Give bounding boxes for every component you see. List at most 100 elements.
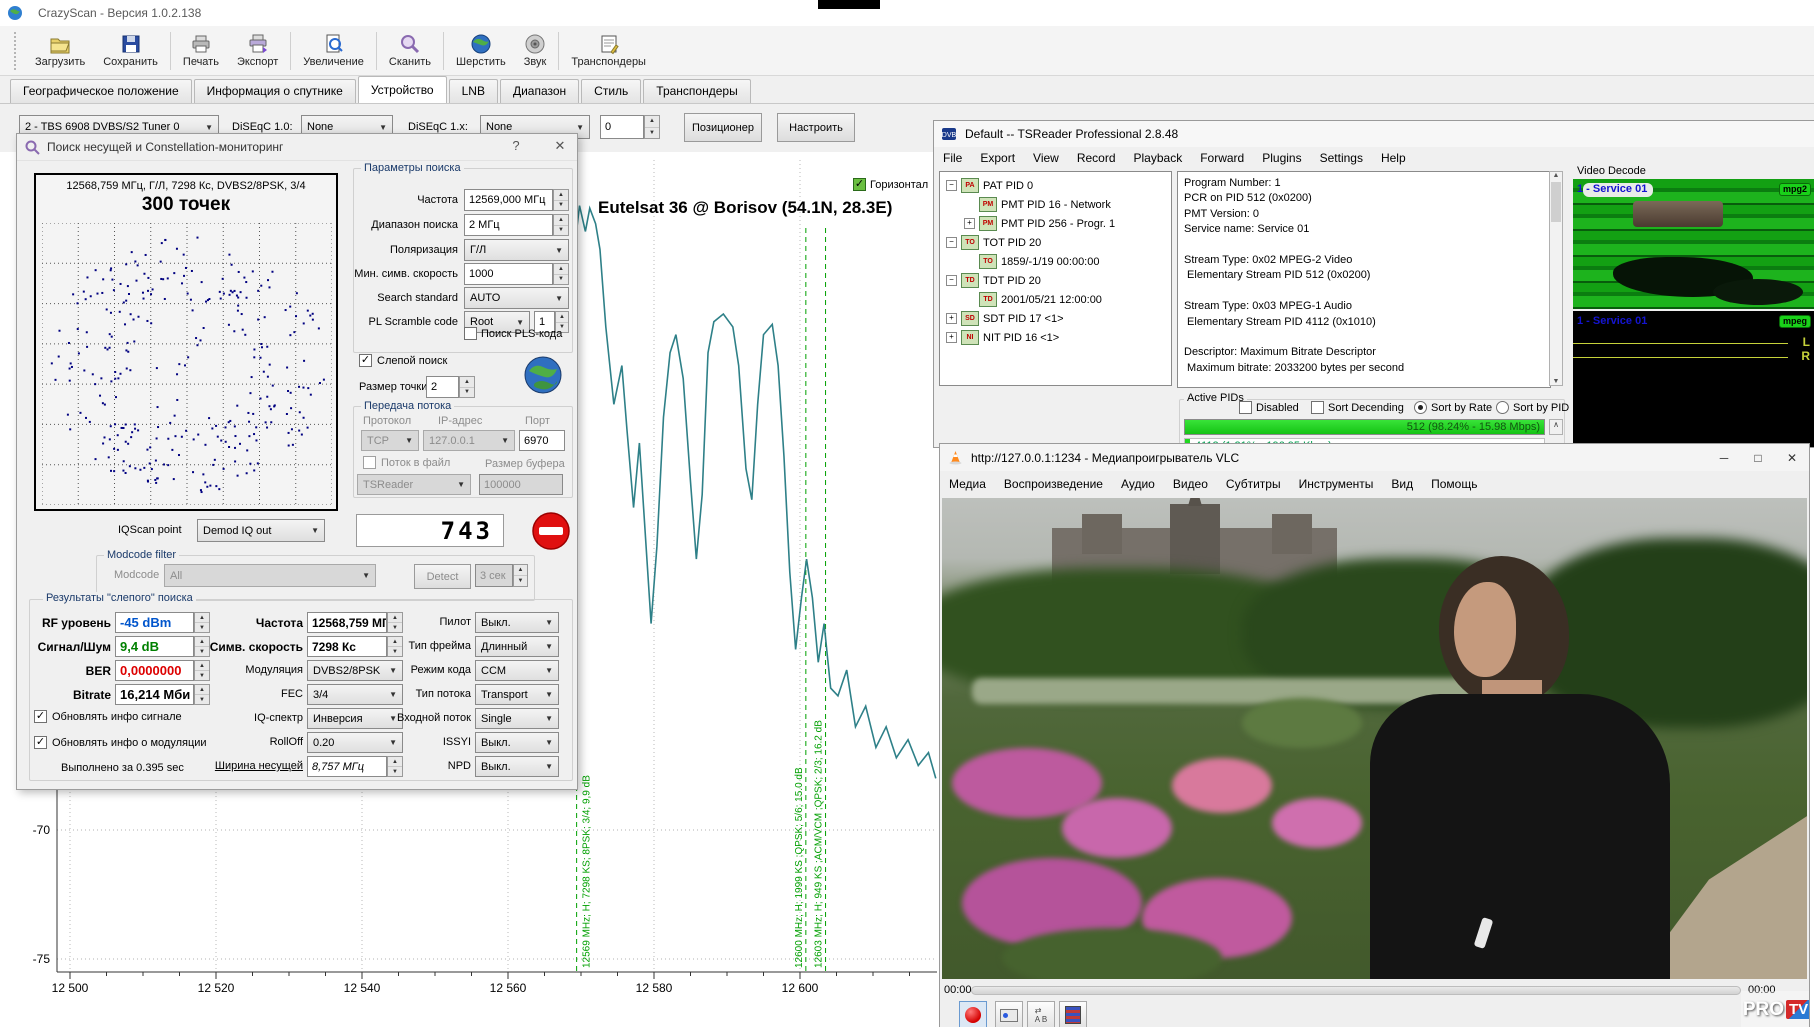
disabled-checkbox[interactable] xyxy=(1239,401,1252,414)
result3-select-1[interactable]: Длинный▼ xyxy=(475,636,559,657)
vlc-titlebar[interactable]: http://127.0.0.1:1234 - Медиапроигрывате… xyxy=(940,444,1809,471)
disabled-checkbox-row[interactable]: Disabled xyxy=(1239,401,1299,414)
result1-value-0[interactable]: -45 dBm xyxy=(115,612,194,633)
vlc-menu-2[interactable]: Аудио xyxy=(1112,477,1164,491)
param-select-4[interactable]: AUTO▼ xyxy=(464,287,569,309)
record-button[interactable] xyxy=(959,1001,987,1027)
seek-slider[interactable] xyxy=(971,986,1741,995)
dialog-help-button[interactable]: ? xyxy=(503,138,529,153)
tree-expander-minus-icon[interactable]: − xyxy=(946,180,957,191)
tsreader-titlebar[interactable]: DVB Default -- TSReader Professional 2.8… xyxy=(934,121,1814,147)
result1-value-3[interactable]: 16,214 Мби xyxy=(115,684,194,705)
sort-by-rate-radio-row[interactable]: Sort by Rate xyxy=(1414,401,1492,414)
pid-tree[interactable]: −PAPAT PID 0PMPMT PID 16 - Network+PMPMT… xyxy=(939,171,1172,386)
update-modulation-info-row[interactable]: ✓ Обновлять инфо о модуляции xyxy=(34,736,207,749)
vlc-menu-1[interactable]: Воспроизведение xyxy=(995,477,1112,491)
result3-select-2[interactable]: CCM▼ xyxy=(475,660,559,681)
frame-by-frame-button[interactable] xyxy=(1059,1001,1087,1027)
port-input[interactable]: 6970 xyxy=(519,430,565,451)
result3-select-6[interactable]: Выкл.▼ xyxy=(475,756,559,777)
result1-value-1[interactable]: 9,4 dB xyxy=(115,636,194,657)
tree-item-4[interactable]: TO1859/-1/19 00:00:00 xyxy=(942,252,1169,271)
tsreader-menu-file[interactable]: File xyxy=(934,151,971,165)
blind-search-checkbox[interactable]: ✓ xyxy=(359,354,372,367)
detect-interval-input: 3 сек xyxy=(475,564,513,587)
vlc-menu-5[interactable]: Инструменты xyxy=(1290,477,1383,491)
vlc-menu-3[interactable]: Видео xyxy=(1164,477,1217,491)
legend-checkbox[interactable]: ✓ xyxy=(853,178,866,191)
video2-service-overlay: 1 - Service 01 xyxy=(1577,315,1647,327)
update-modulation-info-checkbox[interactable]: ✓ xyxy=(34,736,47,749)
sort-by-rate-radio[interactable] xyxy=(1414,401,1427,414)
pls-search-checkbox[interactable] xyxy=(464,327,477,340)
param-input-0[interactable]: 12569,000 МГц xyxy=(464,189,553,211)
tree-item-3[interactable]: −TOTOT PID 20 xyxy=(942,233,1169,252)
maximize-button[interactable]: □ xyxy=(1741,446,1775,470)
sort-by-pid-radio[interactable] xyxy=(1496,401,1509,414)
sort-by-pid-radio-row[interactable]: Sort by PID xyxy=(1496,401,1569,414)
dot-size-stepper[interactable]: ▲▼ xyxy=(459,376,475,398)
tree-expander-plus-icon[interactable]: + xyxy=(946,313,957,324)
tree-item-1[interactable]: PMPMT PID 16 - Network xyxy=(942,195,1169,214)
tree-item-8[interactable]: +NINIT PID 16 <1> xyxy=(942,328,1169,347)
detect-button[interactable]: Detect xyxy=(414,564,471,589)
tree-item-6[interactable]: TD2001/05/21 12:00:00 xyxy=(942,290,1169,309)
tsreader-menu-record[interactable]: Record xyxy=(1068,151,1125,165)
tree-expander-plus-icon[interactable]: + xyxy=(946,332,957,343)
tsreader-menu-view[interactable]: View xyxy=(1024,151,1068,165)
tree-item-0[interactable]: −PAPAT PID 0 xyxy=(942,176,1169,195)
pid-list-scroll-up[interactable]: ∧ xyxy=(1549,419,1563,435)
result3-select-4[interactable]: Single▼ xyxy=(475,708,559,729)
loop-ab-button[interactable]: ⇄A B xyxy=(1027,1001,1055,1027)
vlc-video-frame[interactable] xyxy=(942,498,1807,979)
snapshot-button[interactable] xyxy=(995,1001,1023,1027)
scrollbar-thumb[interactable] xyxy=(1551,182,1561,222)
tsreader-menu-plugins[interactable]: Plugins xyxy=(1253,151,1310,165)
iqscan-select[interactable]: Demod IQ out▼ xyxy=(197,519,325,542)
blind-search-checkbox-row[interactable]: ✓ Слепой поиск xyxy=(359,354,447,367)
svg-text:12 580: 12 580 xyxy=(636,981,673,995)
dialog-close-button[interactable]: ✕ xyxy=(547,138,573,154)
protv-watermark: PRO TV xyxy=(1741,991,1810,1027)
chevron-down-icon: ▼ xyxy=(307,526,319,535)
param-stepper-3[interactable]: ▲▼ xyxy=(553,263,569,285)
info-scrollbar[interactable]: ▲ ▼ xyxy=(1549,171,1563,386)
tsreader-menu-settings[interactable]: Settings xyxy=(1311,151,1372,165)
update-signal-info-checkbox[interactable]: ✓ xyxy=(34,710,47,723)
tree-expander-minus-icon[interactable]: − xyxy=(946,237,957,248)
tree-expander-plus-icon[interactable]: + xyxy=(964,218,975,229)
tree-item-7[interactable]: +SDSDT PID 17 <1> xyxy=(942,309,1169,328)
dialog-titlebar[interactable]: Поиск несущей и Constellation-мониторинг… xyxy=(17,134,577,161)
tree-expander-minus-icon[interactable]: − xyxy=(946,275,957,286)
vlc-menu-7[interactable]: Помощь xyxy=(1422,477,1486,491)
stop-icon[interactable] xyxy=(531,511,571,551)
tsreader-menu-export[interactable]: Export xyxy=(971,151,1024,165)
param-label-4: Search standard xyxy=(353,292,458,304)
tsreader-menu-help[interactable]: Help xyxy=(1372,151,1415,165)
sort-descending-checkbox-row[interactable]: Sort Decending xyxy=(1311,401,1404,414)
result3-select-5[interactable]: Выкл.▼ xyxy=(475,732,559,753)
vlc-menu-0[interactable]: Медиа xyxy=(940,477,995,491)
close-button[interactable]: ✕ xyxy=(1775,446,1809,470)
result3-select-0[interactable]: Выкл.▼ xyxy=(475,612,559,633)
tsreader-menu-forward[interactable]: Forward xyxy=(1191,151,1253,165)
tree-item-5[interactable]: −TDTDT PID 20 xyxy=(942,271,1169,290)
result1-value-2[interactable]: 0,0000000 xyxy=(115,660,194,681)
tree-item-2[interactable]: +PMPMT PID 256 - Progr. 1 xyxy=(942,214,1169,233)
minimize-button[interactable]: ─ xyxy=(1707,446,1741,470)
vlc-menu-6[interactable]: Вид xyxy=(1382,477,1422,491)
param-stepper-0[interactable]: ▲▼ xyxy=(553,189,569,211)
dot-size-input[interactable]: 2 xyxy=(426,376,459,398)
detect-interval-stepper[interactable]: ▲▼ xyxy=(513,564,528,587)
param-input-1[interactable]: 2 МГц xyxy=(464,214,553,236)
sort-descending-checkbox[interactable] xyxy=(1311,401,1324,414)
param-stepper-1[interactable]: ▲▼ xyxy=(553,214,569,236)
update-signal-info-row[interactable]: ✓ Обновлять инфо сигнале xyxy=(34,710,182,723)
pls-search-checkbox-row[interactable]: Поиск PLS-кода xyxy=(464,327,562,340)
tree-item-label: TDT PID 20 xyxy=(983,275,1041,287)
result3-select-3[interactable]: Transport▼ xyxy=(475,684,559,705)
param-input-3[interactable]: 1000 xyxy=(464,263,553,285)
vlc-menu-4[interactable]: Субтитры xyxy=(1217,477,1290,491)
param-select-2[interactable]: Г/Л▼ xyxy=(464,239,569,261)
tsreader-menu-playback[interactable]: Playback xyxy=(1125,151,1192,165)
